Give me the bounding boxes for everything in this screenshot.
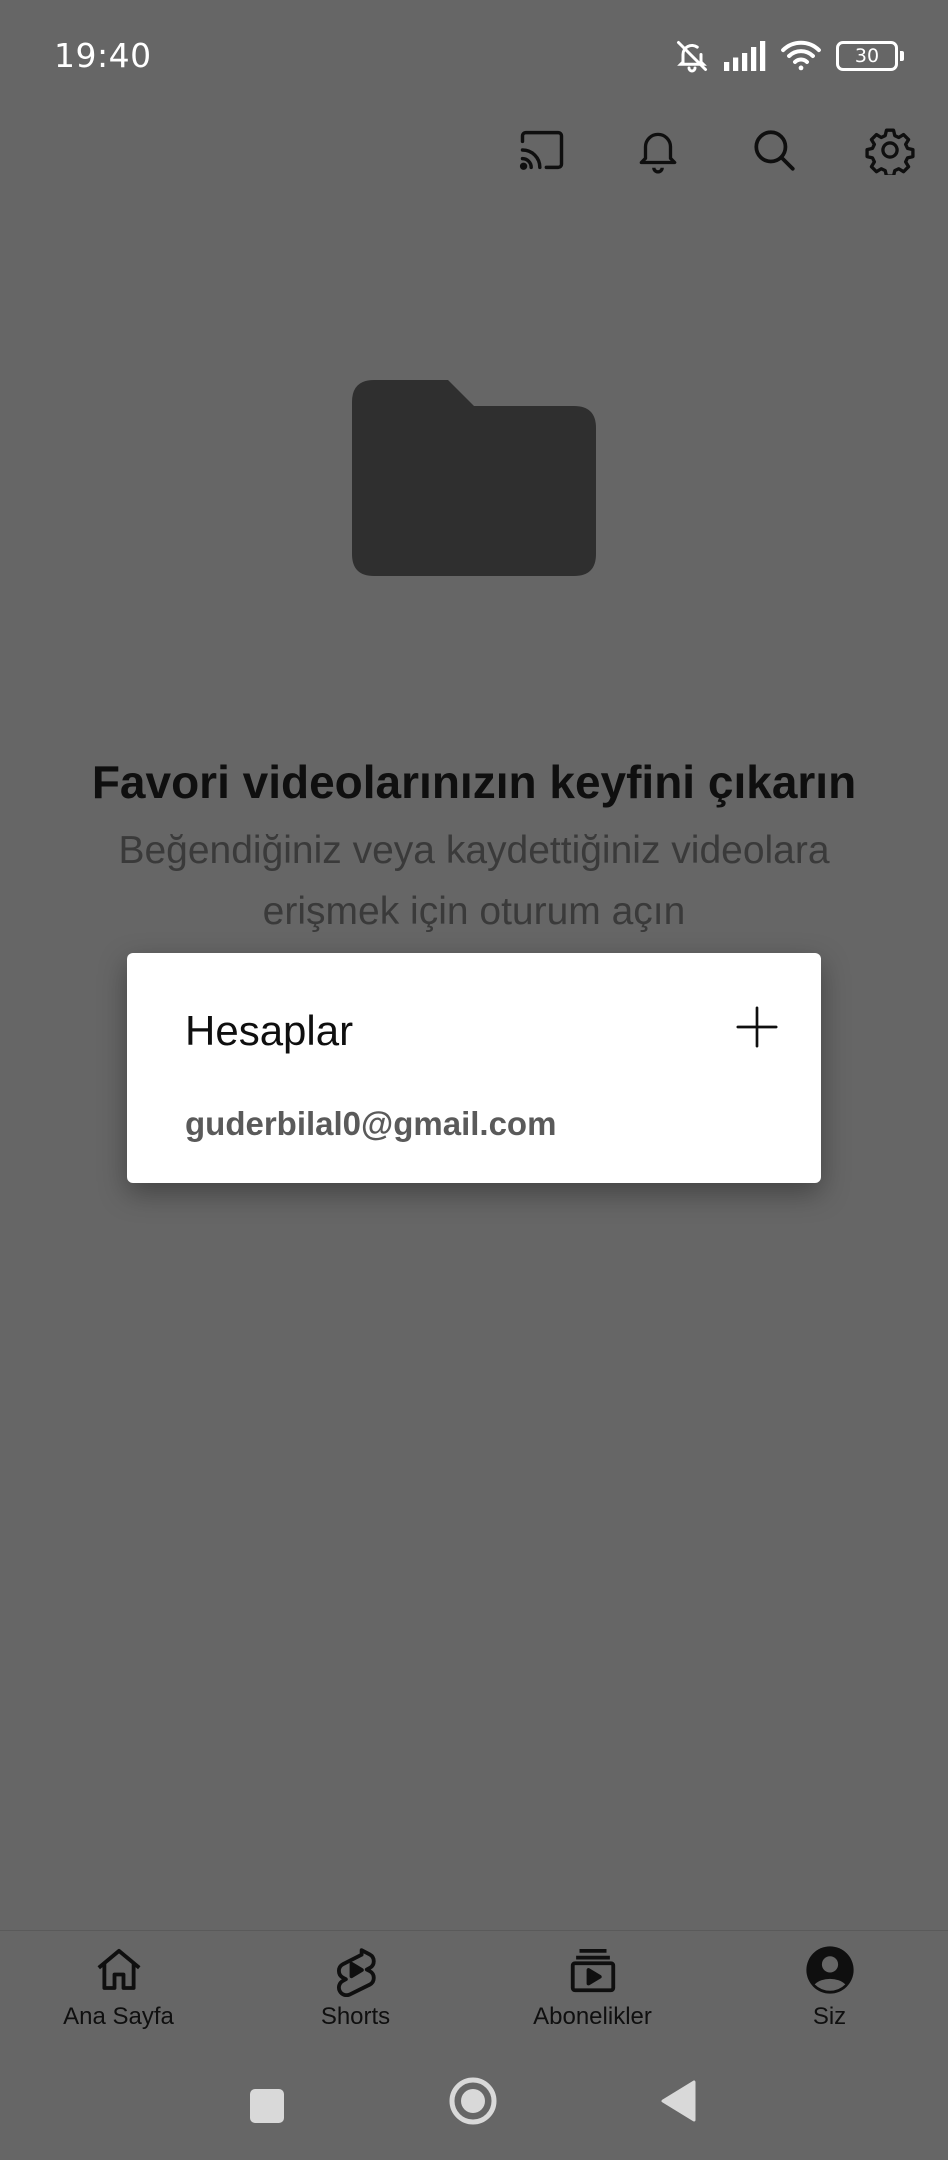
search-icon [754,130,795,171]
home-system-button[interactable] [448,2076,498,2131]
system-nav-bar [0,2050,948,2160]
gear-icon [865,128,915,175]
cast-icon [519,130,564,170]
subscriptions-icon [570,1948,615,1993]
add-account-button[interactable] [731,1001,783,1053]
recents-icon [250,2089,284,2123]
back-icon [661,2080,696,2122]
nav-label-shorts: Shorts [320,2003,391,2030]
status-icons: 30 [674,36,904,76]
settings-button[interactable] [856,116,924,184]
nav-item-shorts[interactable]: Shorts [237,1931,474,2051]
home-circle-icon [449,2077,497,2125]
nav-label-home: Ana Sayfa [63,2003,174,2030]
account-icon [805,1946,854,1994]
nav-label-subscriptions: Abonelikler [533,2003,652,2030]
home-icon [97,1948,140,1990]
cast-button[interactable] [508,116,576,184]
nav-label-you: Siz [812,2003,847,2030]
nav-item-subscriptions[interactable]: Abonelikler [474,1931,711,2051]
folder-icon [352,380,596,581]
bell-off-icon [677,41,707,73]
plus-icon [736,1006,778,1048]
shorts-icon [336,1948,376,1997]
bottom-nav: Ana Sayfa Shorts Abonelikler Siz [0,1930,948,2051]
accounts-dialog: Hesaplar guderbilal0@gmail.com [127,953,821,1183]
battery-icon: 30 [836,41,904,71]
status-bar: 19:40 30 [0,0,948,112]
recents-button[interactable] [249,2088,285,2129]
search-button[interactable] [740,116,808,184]
back-button[interactable] [660,2080,696,2127]
notifications-button[interactable] [624,116,692,184]
dialog-title: Hesaplar [185,1007,354,1054]
empty-state-title: Favori videolarınızın keyfini çıkarın [91,756,857,808]
nav-item-you[interactable]: Siz [711,1931,948,2051]
nav-item-home[interactable]: Ana Sayfa [0,1931,237,2051]
account-item[interactable]: guderbilal0@gmail.com [185,1105,556,1143]
status-time: 19:40 [54,36,152,75]
bell-icon [639,132,677,174]
toolbar [0,112,948,188]
wifi-icon [781,40,821,71]
empty-state-subtitle: Beğendiğiniz veya kaydettiğiniz videolar… [118,829,830,933]
signal-icon [724,41,766,71]
